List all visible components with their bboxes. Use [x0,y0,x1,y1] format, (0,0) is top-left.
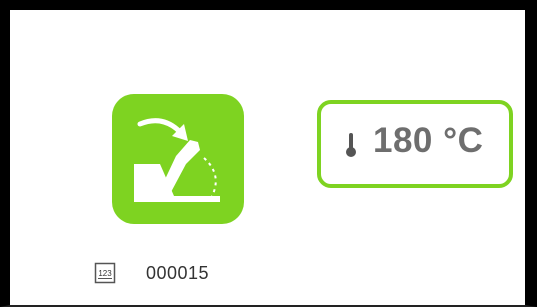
screen: 180 °C 123 000015 [0,0,537,307]
svg-text:123: 123 [98,269,112,278]
counter-123-icon: 123 [94,262,116,284]
temperature-value: 180 °C [373,121,484,160]
temperature-display[interactable]: 180 °C [317,100,513,188]
thermometer-icon [346,133,356,157]
tilt-pan-icon [134,118,220,202]
counter-value: 000015 [146,263,210,283]
tilt-pan-button[interactable] [112,94,244,224]
